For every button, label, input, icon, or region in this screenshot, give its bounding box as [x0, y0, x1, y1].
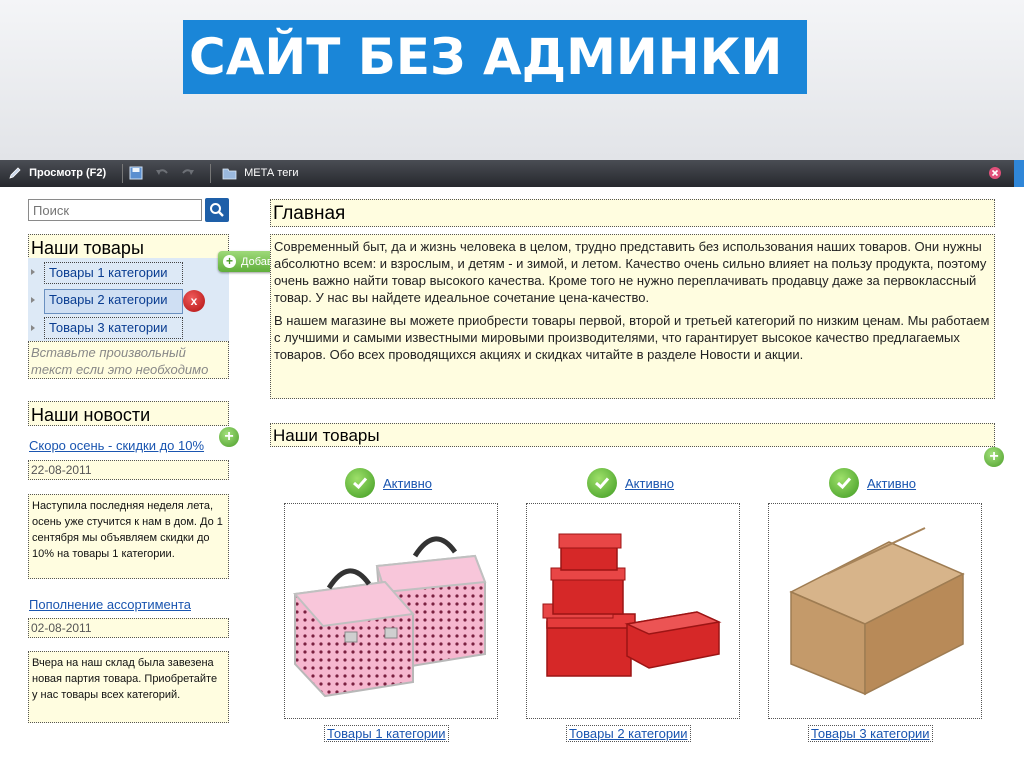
cardboard-box-image [789, 527, 965, 696]
add-product-button[interactable]: + [984, 447, 1004, 467]
news-date-field[interactable]: 02-08-2011 [28, 618, 229, 638]
checkmark-icon [829, 468, 859, 498]
products-section-heading[interactable]: Наши товары [270, 423, 995, 447]
undo-icon [156, 169, 168, 176]
pink-cosmetic-cases-image [293, 536, 487, 698]
sidebar-products-heading[interactable]: Наши товары [28, 234, 229, 259]
product-status-toggle[interactable]: Активно [829, 468, 916, 498]
content-paragraph: Современный быт, да и жизнь человека в ц… [274, 239, 987, 305]
toolbar-separator [122, 164, 123, 183]
slide-banner: САЙТ БЕЗ АДМИНКИ [0, 0, 1024, 160]
page-title-field[interactable]: Главная [270, 199, 995, 227]
product-status-label: Активно [867, 475, 917, 491]
preview-button[interactable]: Просмотр (F2) [8, 160, 106, 187]
banner-title: САЙТ БЕЗ АДМИНКИ [183, 20, 807, 94]
category-label: Товары 1 категории [49, 265, 168, 280]
news-date: 02-08-2011 [31, 621, 92, 635]
meta-tags-label: МЕТА теги [244, 167, 299, 179]
red-gift-boxes-image [542, 533, 722, 677]
news-text-block[interactable]: Наступила последняя неделя лета, осень у… [28, 494, 229, 579]
product-status-label: Активно [625, 475, 675, 491]
redo-icon [182, 169, 194, 176]
page-content-block[interactable]: Современный быт, да и жизнь человека в ц… [270, 234, 995, 399]
product-image-frame[interactable] [768, 503, 982, 719]
category-label: Товары 2 категории [49, 292, 168, 307]
products-section-heading-text: Наши товары [273, 426, 380, 445]
category-item-3[interactable]: Товары 3 категории [44, 317, 183, 339]
page-title: Главная [273, 203, 346, 224]
product-category-link[interactable]: Товары 1 категории [324, 725, 449, 742]
close-editor-button[interactable] [988, 160, 1002, 187]
news-text: Наступила последняя неделя лета, осень у… [32, 500, 223, 560]
close-circle-icon [989, 167, 1001, 180]
page-content-text: Современный быт, да и жизнь человека в ц… [271, 235, 994, 372]
product-category-link[interactable]: Товары 2 категории [566, 725, 691, 742]
news-text: Вчера на наш склад была завезена новая п… [32, 657, 218, 701]
sidebar-products-heading-text: Наши товары [31, 238, 144, 258]
product-status-toggle[interactable]: Активно [345, 468, 432, 498]
toolbar-separator [210, 164, 211, 183]
add-news-button[interactable]: + [219, 427, 239, 447]
news-date: 22-08-2011 [31, 463, 92, 477]
save-button[interactable] [129, 160, 143, 187]
checkmark-icon [345, 468, 375, 498]
undo-button[interactable] [154, 160, 170, 187]
search-icon [210, 203, 224, 217]
product-category-link[interactable]: Товары 3 категории [808, 725, 933, 742]
custom-text-placeholder: Вставьте произвольный текст если это нео… [31, 345, 209, 377]
preview-label: Просмотр (F2) [29, 167, 107, 179]
news-title-link[interactable]: Скоро осень - скидки до 10% [29, 438, 204, 453]
product-image-frame[interactable] [526, 503, 740, 719]
news-date-field[interactable]: 22-08-2011 [28, 460, 229, 480]
bullet-icon [31, 269, 35, 275]
product-image-frame[interactable] [284, 503, 498, 719]
bullet-icon [31, 325, 35, 331]
custom-text-block[interactable]: Вставьте произвольный текст если это нео… [28, 341, 229, 379]
bullet-icon [31, 297, 35, 303]
meta-tags-button[interactable]: МЕТА теги [222, 160, 299, 187]
save-icon [129, 166, 143, 180]
category-item-2[interactable]: Товары 2 категории [44, 289, 183, 314]
search-button[interactable] [205, 198, 229, 222]
category-label: Товары 3 категории [49, 320, 168, 335]
content-paragraph: В нашем магазине вы можете приобрести то… [274, 313, 990, 362]
category-item-1[interactable]: Товары 1 категории [44, 262, 183, 284]
redo-button[interactable] [180, 160, 196, 187]
pencil-icon [9, 167, 21, 179]
news-heading[interactable]: Наши новости [28, 401, 229, 426]
editor-toolbar: Просмотр (F2) МЕТА теги [0, 160, 1024, 187]
checkmark-icon [587, 468, 617, 498]
news-heading-text: Наши новости [31, 405, 151, 425]
news-title-link[interactable]: Пополнение ассортимента [29, 597, 191, 612]
news-text-block[interactable]: Вчера на наш склад была завезена новая п… [28, 651, 229, 723]
product-status-toggle[interactable]: Активно [587, 468, 674, 498]
plus-icon: + [223, 255, 236, 268]
delete-page-button[interactable]: x [183, 290, 205, 312]
toolbar-edge [1014, 160, 1024, 187]
folder-icon [222, 168, 237, 179]
product-status-label: Активно [383, 475, 433, 491]
search-input[interactable] [28, 199, 202, 221]
